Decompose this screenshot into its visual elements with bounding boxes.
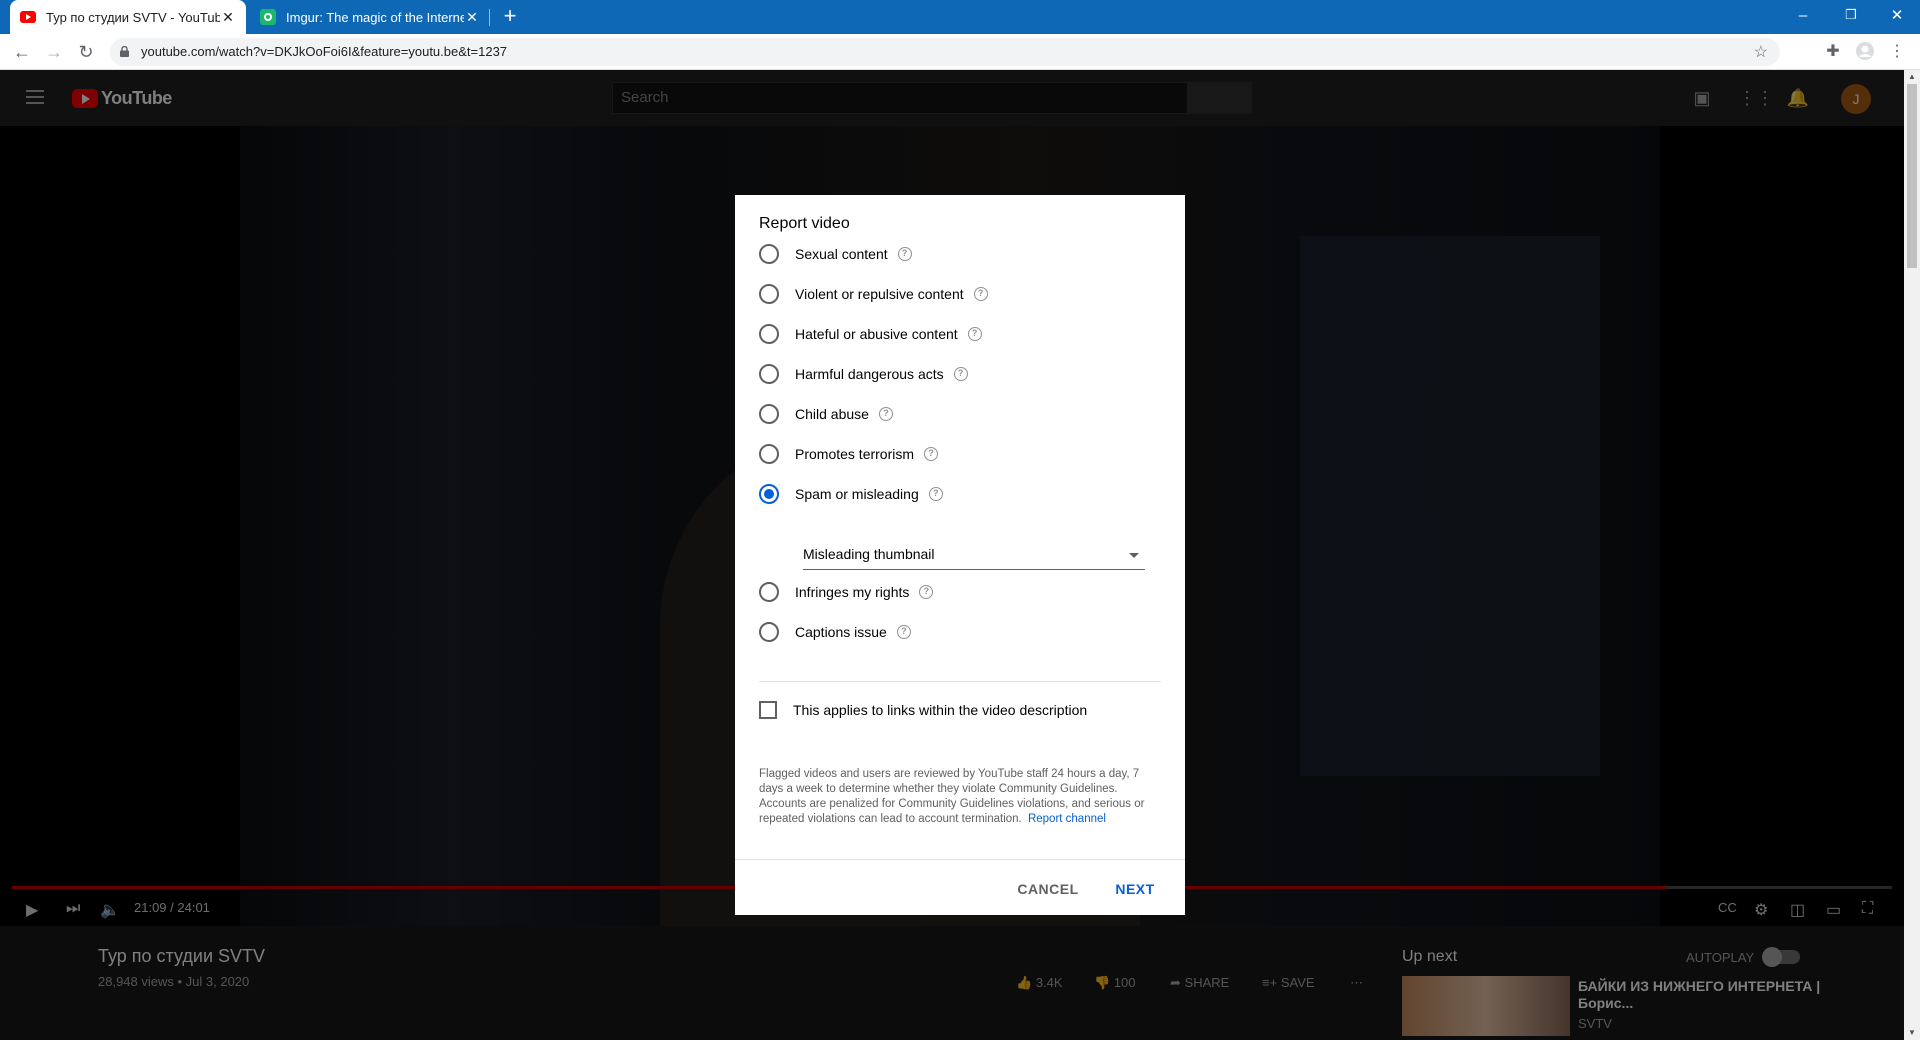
option-label: Harmful dangerous acts [795,366,944,382]
back-arrow-icon[interactable]: ← [10,40,34,64]
help-icon[interactable]: ? [928,487,943,501]
report-video-dialog: Report video Sexual content ? Violent or… [735,195,1185,915]
new-tab-button[interactable]: + [498,5,522,29]
dialog-title: Report video [759,215,850,232]
help-icon[interactable]: ? [953,367,968,381]
radio-button[interactable] [759,244,779,264]
help-icon[interactable]: ? [878,407,893,421]
subreason-selected-value: Misleading thumbnail [803,546,935,562]
lock-icon [120,46,129,57]
help-icon[interactable]: ? [897,247,912,261]
option-label: Child abuse [795,406,869,422]
report-option-harmful-acts[interactable]: Harmful dangerous acts ? [759,362,968,386]
report-option-hateful-content[interactable]: Hateful or abusive content ? [759,322,982,346]
radio-button[interactable] [759,444,779,464]
profile-icon[interactable] [1854,41,1876,63]
reload-icon[interactable]: ↻ [74,40,98,64]
tab-close-icon[interactable]: ✕ [220,9,236,26]
help-icon[interactable]: ? [896,625,911,639]
restore-button[interactable]: ❐ [1828,0,1874,30]
scrollbar-thumb[interactable] [1907,84,1917,268]
report-option-spam[interactable]: Spam or misleading ? [759,482,943,506]
cancel-button[interactable]: CANCEL [1013,871,1083,907]
tab-title: Imgur: The magic of the Internet [286,9,464,25]
subreason-dropdown[interactable]: Misleading thumbnail [803,540,1145,570]
next-button[interactable]: NEXT [1105,871,1165,907]
report-option-violent-content[interactable]: Violent or repulsive content ? [759,282,988,306]
report-option-captions-issue[interactable]: Captions issue ? [759,620,911,644]
scroll-down-arrow-icon[interactable]: ▼ [1904,1026,1920,1040]
tab-imgur[interactable]: Imgur: The magic of the Internet ✕ [250,0,490,34]
bookmark-star-icon[interactable]: ☆ [1754,42,1768,62]
radio-button[interactable] [759,284,779,304]
option-label: Hateful or abusive content [795,326,958,342]
radio-button[interactable] [759,582,779,602]
report-option-terrorism[interactable]: Promotes terrorism ? [759,442,939,466]
tab-separator [489,9,490,26]
option-label: Spam or misleading [795,486,919,502]
url-text[interactable]: youtube.com/watch?v=DKJkOoFoi6I&feature=… [141,44,507,59]
youtube-favicon-icon [20,9,36,25]
dialog-divider [759,681,1161,682]
help-icon[interactable]: ? [973,287,988,301]
address-bar[interactable]: youtube.com/watch?v=DKJkOoFoi6I&feature=… [110,38,1780,66]
browser-menu-icon[interactable]: ⋮ [1886,41,1908,63]
report-channel-link[interactable]: Report channel [1028,813,1106,825]
radio-button[interactable] [759,622,779,642]
dialog-footer-divider [735,859,1185,860]
imgur-favicon-icon [260,9,276,25]
forward-arrow-icon[interactable]: → [42,40,66,64]
tab-youtube[interactable]: Тур по студии SVTV - YouTube ✕ [10,0,246,34]
tab-close-icon[interactable]: ✕ [464,9,480,26]
radio-button[interactable] [759,364,779,384]
radio-button[interactable] [759,324,779,344]
review-policy-text: Flagged videos and users are reviewed by… [759,767,1164,827]
report-option-child-abuse[interactable]: Child abuse ? [759,402,893,426]
radio-button[interactable] [759,404,779,424]
option-label: Infringes my rights [795,584,910,600]
description-links-checkbox[interactable] [759,701,777,719]
page-scrollbar[interactable]: ▲ ▼ [1904,70,1920,1040]
extensions-puzzle-icon[interactable]: ✚ [1822,41,1844,63]
browser-toolbar: ← → ↻ youtube.com/watch?v=DKJkOoFoi6I&fe… [0,34,1920,70]
help-icon[interactable]: ? [924,447,939,461]
option-label: Violent or repulsive content [795,286,964,302]
tab-title: Тур по студии SVTV - YouTube [46,9,220,25]
radio-button-selected[interactable] [759,484,779,504]
description-links-option[interactable]: This applies to links within the video d… [759,699,1087,721]
close-window-button[interactable]: ✕ [1874,0,1920,30]
report-option-sexual-content[interactable]: Sexual content ? [759,242,912,266]
checkbox-label: This applies to links within the video d… [793,702,1088,718]
browser-tab-bar: Тур по студии SVTV - YouTube ✕ Imgur: Th… [0,0,1920,34]
dropdown-caret-icon [1129,553,1139,558]
option-label: Promotes terrorism [795,446,915,462]
option-label: Sexual content [795,246,888,262]
help-icon[interactable]: ? [919,585,934,599]
minimize-button[interactable]: – [1780,0,1826,30]
option-label: Captions issue [795,624,887,640]
scroll-up-arrow-icon[interactable]: ▲ [1904,70,1920,84]
help-icon[interactable]: ? [967,327,982,341]
report-option-infringes-rights[interactable]: Infringes my rights ? [759,580,934,604]
